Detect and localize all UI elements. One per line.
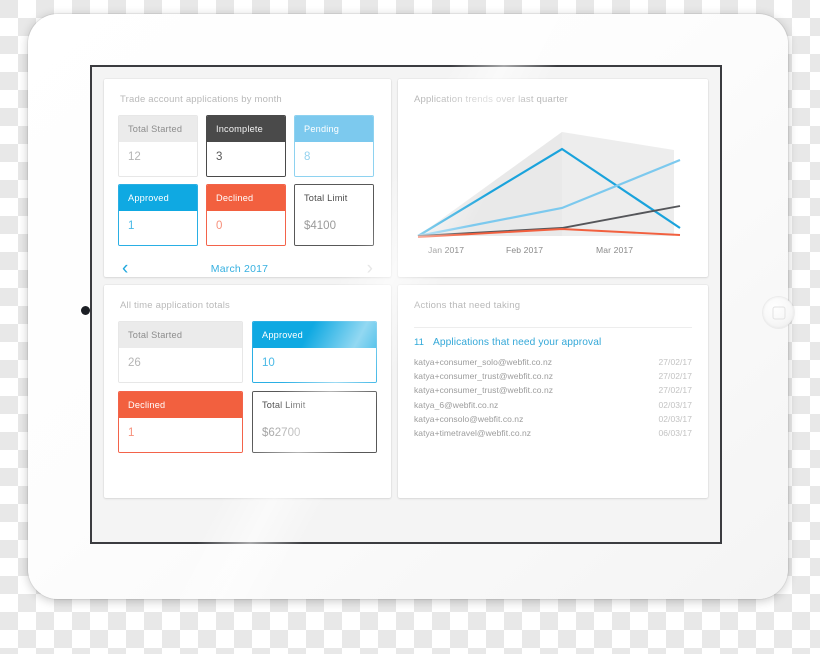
tile-value: $4100	[295, 211, 373, 245]
tile-value: 1	[119, 418, 242, 452]
divider	[414, 327, 692, 328]
tile-approved-alltime[interactable]: Approved 10	[252, 321, 377, 383]
card-application-trends: Application trends over last quarter Jan…	[398, 79, 708, 277]
applicant-date: 27/02/17	[658, 371, 692, 382]
current-month-label: March 2017	[210, 262, 269, 275]
list-item[interactable]: katya+consumer_trust@webfit.co.nz 27/02/…	[414, 371, 692, 381]
trends-card-title: Application trends over last quarter	[414, 94, 568, 105]
tile-value: 8	[295, 142, 373, 176]
tile-total-limit-monthly[interactable]: Total Limit $4100	[294, 184, 374, 246]
tile-label: Declined	[119, 392, 242, 418]
tablet-device: Trade account applications by month Tota…	[28, 14, 794, 599]
tile-label: Total Limit	[253, 392, 376, 418]
tile-label: Approved	[119, 185, 197, 211]
tile-value: 3	[207, 142, 285, 176]
tile-pending-monthly[interactable]: Pending 8	[294, 115, 374, 177]
applicant-email: katya+consumer_solo@webfit.co.nz	[414, 357, 553, 367]
monthly-card-title: Trade account applications by month	[120, 94, 282, 105]
monthly-tiles: Total Started 12 Incomplete 3 Pending 8	[104, 105, 391, 246]
applicant-date: 02/03/17	[658, 413, 692, 424]
list-item[interactable]: katya_6@webfit.co.nz 02/03/17	[414, 400, 692, 410]
tile-value: 10	[253, 348, 376, 382]
tile-total-started-monthly[interactable]: Total Started 12	[118, 115, 198, 177]
applicant-date: 02/03/17	[658, 399, 692, 410]
tile-incomplete-monthly[interactable]: Incomplete 3	[206, 115, 286, 177]
actions-card-title: Actions that need taking	[414, 300, 521, 311]
applicant-email: katya+timetravel@webfit.co.nz	[414, 427, 532, 438]
monthly-tiles-row-1: Total Started 12 Incomplete 3 Pending 8	[118, 115, 377, 177]
tile-label: Total Started	[119, 322, 242, 348]
tile-value: $62700	[253, 418, 376, 452]
list-item[interactable]: katya+consumer_trust@webfit.co.nz 27/02/…	[414, 385, 692, 395]
tile-value: 0	[207, 211, 285, 245]
next-month-chevron-icon[interactable]: ›	[367, 259, 373, 277]
tile-value: 26	[119, 348, 242, 382]
alltime-card-title: All time application totals	[120, 300, 230, 311]
applicant-email: katya+consumer_trust@webfit.co.nz	[414, 385, 554, 396]
x-tick-mar: Mar 2017	[596, 245, 634, 255]
chart-x-axis-labels: Jan 2017 Feb 2017 Mar 2017	[412, 245, 667, 255]
applicant-date: 06/03/17	[658, 427, 692, 438]
applicant-date: 27/02/17	[658, 385, 692, 396]
applicant-email: katya+consolo@webfit.co.nz	[414, 413, 524, 424]
tile-label: Pending	[295, 116, 373, 142]
approval-summary-link[interactable]: 11 Applications that need your approval	[414, 337, 692, 348]
approval-label: Applications that need your approval	[432, 337, 602, 348]
applicant-date: 27/02/17	[658, 357, 692, 367]
applicant-email: katya_6@webfit.co.nz	[414, 399, 499, 410]
list-item[interactable]: katya+consolo@webfit.co.nz 02/03/17	[414, 414, 692, 424]
tile-declined-monthly[interactable]: Declined 0	[206, 184, 286, 246]
tile-approved-monthly[interactable]: Approved 1	[118, 184, 198, 246]
card-monthly-applications: Trade account applications by month Tota…	[104, 79, 391, 277]
tile-declined-alltime[interactable]: Declined 1	[118, 391, 243, 453]
x-tick-jan: Jan 2017	[428, 245, 465, 255]
tile-total-limit-alltime[interactable]: Total Limit $62700	[252, 391, 377, 453]
monthly-tiles-row-2: Approved 1 Declined 0 Total Limit $4100	[118, 184, 377, 246]
actions-list: 11 Applications that need your approval …	[398, 311, 708, 438]
month-navigation: ‹ March 2017 ›	[104, 253, 391, 277]
home-button[interactable]	[763, 297, 794, 328]
tablet-screen: Trade account applications by month Tota…	[90, 65, 722, 544]
tile-label: Declined	[207, 185, 285, 211]
alltime-tiles: Total Started 26 Approved 10 Declined 1 …	[104, 311, 391, 453]
card-alltime-totals: All time application totals Total Starte…	[104, 285, 391, 498]
trends-chart: Jan 2017 Feb 2017 Mar 2017	[412, 116, 708, 269]
trends-line-chart-svg	[417, 132, 681, 238]
tile-label: Total Limit	[295, 185, 373, 211]
x-tick-feb: Feb 2017	[506, 245, 544, 255]
list-item[interactable]: katya+timetravel@webfit.co.nz 06/03/17	[414, 428, 692, 438]
alltime-tiles-row-2: Declined 1 Total Limit $62700	[118, 391, 377, 453]
tile-value: 12	[119, 142, 197, 176]
home-button-square-icon	[772, 306, 785, 319]
list-item[interactable]: katya+consumer_solo@webfit.co.nz 27/02/1…	[414, 357, 692, 367]
dashboard: Trade account applications by month Tota…	[92, 67, 720, 542]
front-camera-icon	[81, 306, 90, 315]
tile-total-started-alltime[interactable]: Total Started 26	[118, 321, 243, 383]
tile-label: Approved	[253, 322, 376, 348]
approval-count: 11	[414, 337, 424, 348]
chart-shaded-band-2	[418, 132, 562, 236]
dashboard-top-row: Trade account applications by month Tota…	[104, 79, 708, 277]
tile-label: Total Started	[119, 116, 197, 142]
card-actions-needed: Actions that need taking 11 Applications…	[398, 285, 708, 498]
tile-label: Incomplete	[207, 116, 285, 142]
tile-value: 1	[119, 211, 197, 245]
applicant-email: katya+consumer_trust@webfit.co.nz	[414, 371, 554, 382]
previous-month-chevron-icon[interactable]: ‹	[122, 259, 128, 277]
alltime-tiles-row-1: Total Started 26 Approved 10	[118, 321, 377, 383]
dashboard-bottom-row: All time application totals Total Starte…	[104, 285, 708, 498]
